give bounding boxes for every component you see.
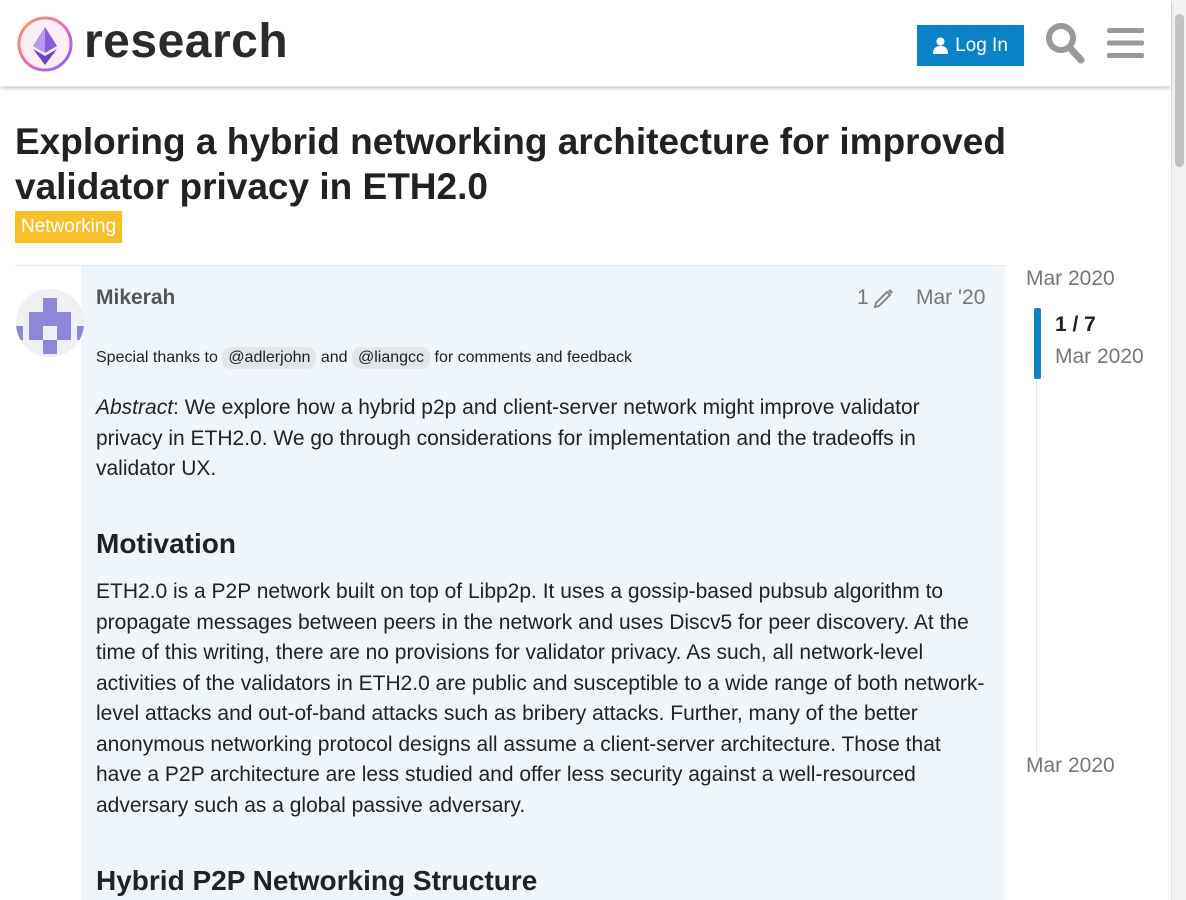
thanks-prefix: Special thanks to	[96, 349, 218, 366]
timeline-handle[interactable]	[1034, 308, 1041, 379]
heading-hybrid-structure: Hybrid P2P Networking Structure	[96, 865, 538, 896]
avatar[interactable]	[16, 289, 84, 357]
edit-count: 1	[857, 286, 869, 309]
timeline-position-date: Mar 2020	[1055, 345, 1144, 368]
ethereum-research-logo[interactable]	[16, 15, 74, 73]
mention-liangcc[interactable]: @liangcc	[352, 347, 431, 369]
timeline-position: 1 / 7	[1055, 313, 1096, 336]
login-label: Log In	[955, 34, 1008, 56]
site-title[interactable]: research	[84, 12, 288, 72]
post-date[interactable]: Mar '20	[916, 286, 985, 310]
timeline-start-date[interactable]: Mar 2020	[1026, 267, 1115, 291]
thanks-line: Special thanks to @adlerjohn and @liangc…	[96, 346, 632, 370]
abstract-label: Abstract	[96, 396, 174, 419]
heading-motivation: Motivation	[96, 528, 236, 559]
identicon-icon	[16, 289, 84, 357]
abstract-text: : We explore how a hybrid p2p and client…	[96, 396, 920, 480]
pencil-icon	[873, 289, 893, 309]
abstract-paragraph: Abstract: We explore how a hybrid p2p an…	[96, 393, 991, 485]
motivation-paragraph: ETH2.0 is a P2P network built on top of …	[96, 580, 985, 817]
scrollbar-thumb[interactable]	[1175, 14, 1184, 167]
user-icon	[933, 37, 949, 54]
hamburger-menu-icon[interactable]	[1107, 27, 1144, 59]
edit-history-button[interactable]: 1	[857, 286, 895, 310]
thanks-suffix: for comments and feedback	[434, 349, 632, 366]
thanks-and: and	[320, 349, 348, 366]
mention-adlerjohn[interactable]: @adlerjohn	[222, 347, 317, 369]
page-scrollbar[interactable]	[1171, 0, 1186, 900]
site-header: research Log In	[0, 0, 1171, 87]
timeline-end-date[interactable]: Mar 2020	[1026, 754, 1115, 778]
post-author[interactable]: Mikerah	[96, 286, 175, 310]
login-button[interactable]: Log In	[917, 25, 1024, 66]
topic-title[interactable]: Exploring a hybrid networking architectu…	[15, 119, 1075, 209]
category-badge-networking[interactable]: Networking	[15, 211, 123, 243]
search-icon[interactable]	[1045, 22, 1085, 64]
